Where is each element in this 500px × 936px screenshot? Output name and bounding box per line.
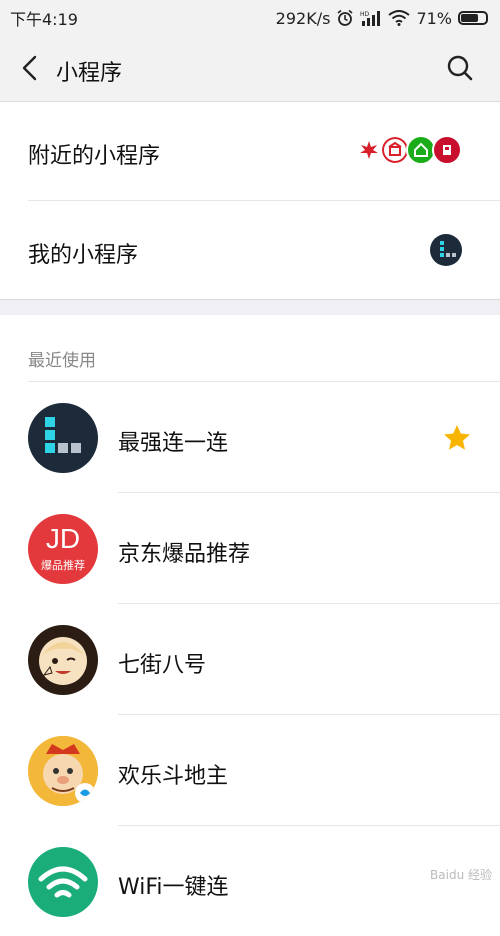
recent-list: 最强连一连 JD 爆品推荐 京东爆品推荐 七街八号 欢乐斗地主 WiFi一键连 — [0, 381, 500, 936]
divider — [118, 603, 500, 604]
section-gap — [0, 299, 500, 315]
battery-percent: 71% — [416, 8, 452, 28]
list-item[interactable]: WiFi一键连 — [0, 825, 500, 936]
my-mini-programs-label: 我的小程序 — [28, 243, 139, 268]
search-icon — [447, 55, 473, 81]
divider — [28, 381, 500, 382]
status-indicators: 292K/s HD 71% — [276, 9, 488, 28]
app-name: 欢乐斗地主 — [118, 764, 229, 789]
list-item[interactable]: 欢乐斗地主 — [0, 714, 500, 825]
battery-level — [461, 14, 479, 22]
network-speed: 292K/s — [275, 8, 331, 28]
watermark: Baidu 经验 — [430, 868, 492, 882]
nearby-mini-programs-row[interactable]: 附近的小程序 — [0, 102, 500, 200]
nearby-mini-programs-label: 附近的小程序 — [28, 144, 161, 169]
status-time: 下午4:19 — [10, 10, 78, 29]
page-title: 小程序 — [56, 61, 123, 86]
svg-text:HD: HD — [360, 11, 370, 18]
app-name: WiFi一键连 — [118, 875, 229, 900]
link-game-icon — [28, 403, 98, 473]
landlord-game-icon — [28, 736, 98, 806]
list-item[interactable]: 七街八号 — [0, 603, 500, 714]
divider — [118, 492, 500, 493]
jd-logo-text: JD — [45, 523, 81, 554]
signal-icon: HD — [360, 11, 381, 26]
nav-bar: 小程序 — [0, 36, 500, 102]
search-button[interactable] — [442, 50, 478, 86]
cartoon-character-icon — [28, 625, 98, 695]
nearby-preview-icons — [354, 135, 462, 165]
app-name: 最强连一连 — [118, 431, 229, 456]
back-button[interactable] — [12, 50, 48, 86]
wifi-icon — [388, 10, 411, 26]
app-name: 京东爆品推荐 — [118, 542, 251, 567]
entry-section: 附近的小程序 我的小程序 — [0, 102, 500, 299]
back-arrow-icon — [22, 55, 37, 81]
star-icon[interactable] — [442, 423, 472, 457]
link-game-mini-icon — [430, 234, 462, 266]
jd-logo-icon: JD 爆品推荐 — [28, 514, 98, 584]
recent-header: 最近使用 — [28, 351, 96, 371]
app-name: 七街八号 — [118, 653, 207, 678]
battery-icon — [458, 11, 488, 25]
divider — [118, 714, 500, 715]
shop-logo-icon — [432, 135, 462, 165]
my-mini-programs-row[interactable]: 我的小程序 — [0, 201, 500, 299]
divider — [118, 825, 500, 826]
alarm-icon — [337, 9, 353, 26]
jd-logo-subtext: 爆品推荐 — [41, 559, 85, 572]
list-item[interactable]: 最强连一连 — [0, 381, 500, 492]
status-bar: 下午4:19 292K/s HD 71% — [0, 0, 500, 36]
list-item[interactable]: JD 爆品推荐 京东爆品推荐 — [0, 492, 500, 603]
wifi-app-icon — [28, 847, 98, 917]
